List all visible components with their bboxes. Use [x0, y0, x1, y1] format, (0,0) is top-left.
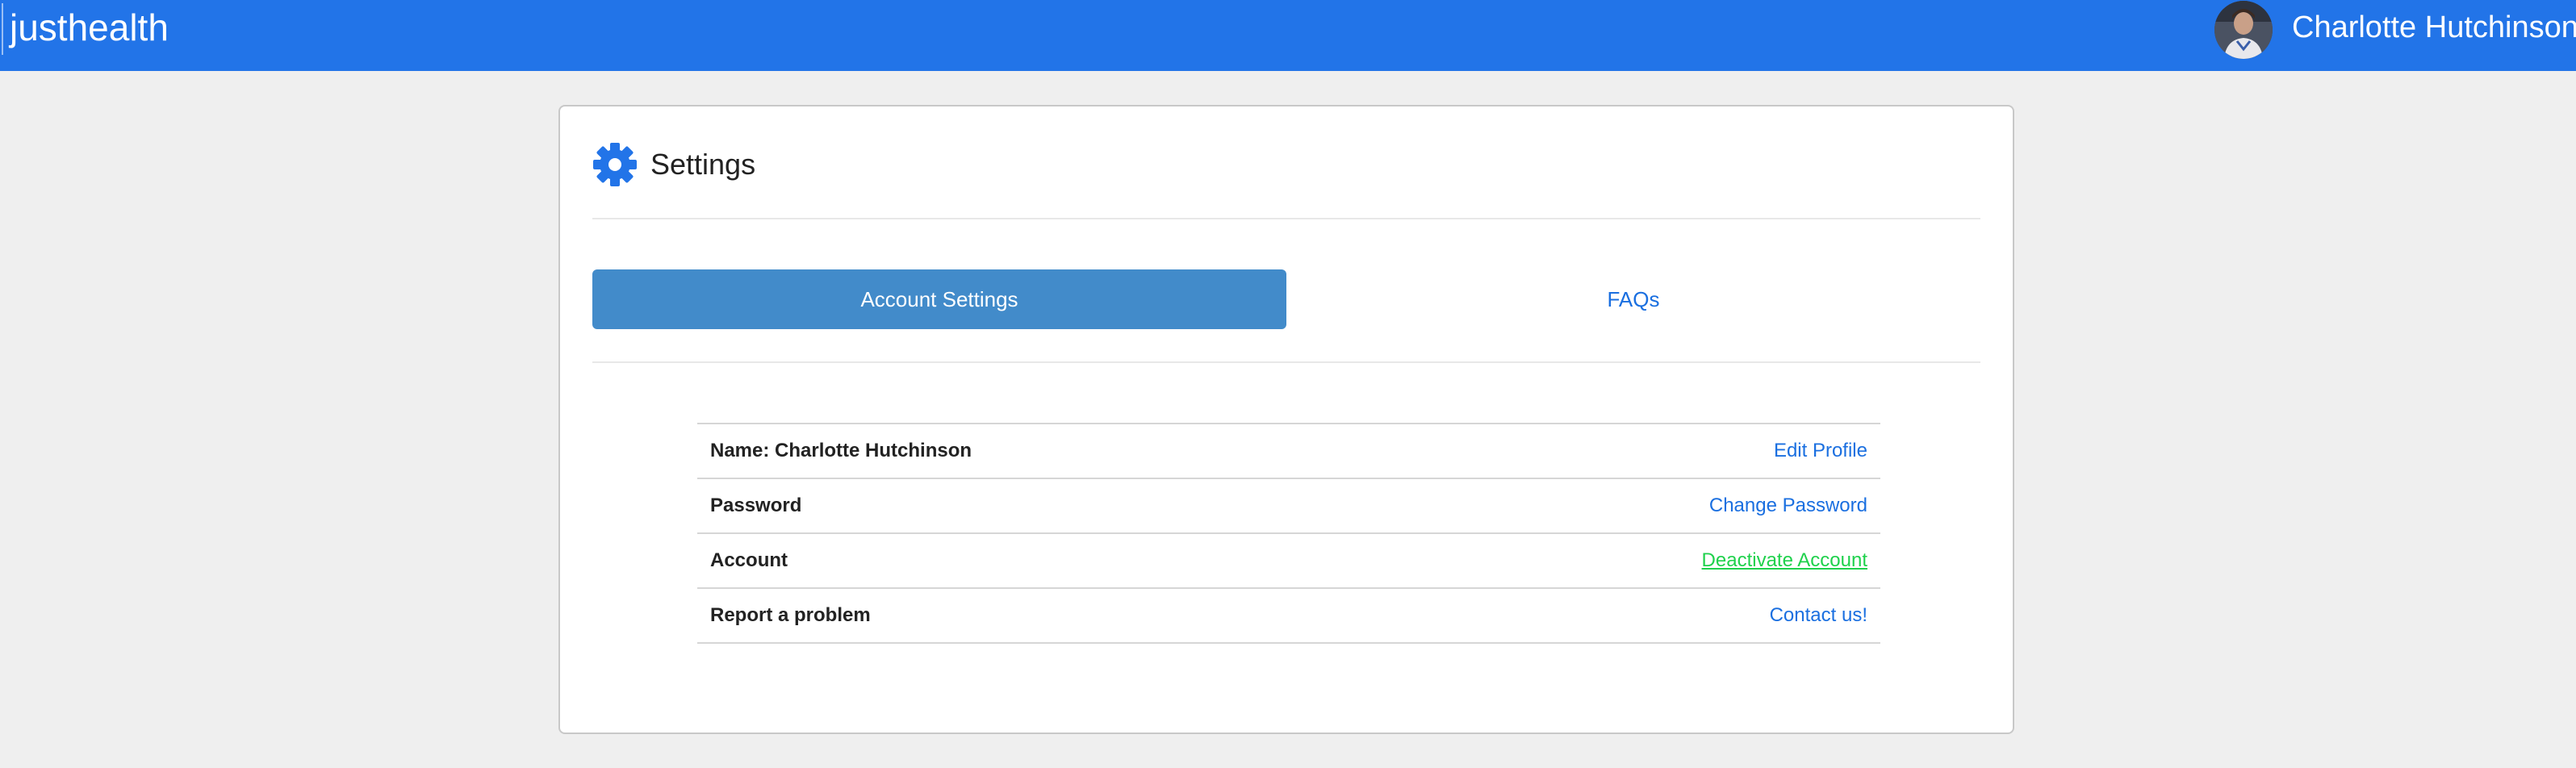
contact-us-link[interactable]: Contact us! — [1770, 604, 1867, 627]
user-name[interactable]: Charlotte Hutchinson — [2292, 6, 2576, 48]
change-password-link[interactable]: Change Password — [1709, 495, 1867, 517]
settings-tabs: Account Settings FAQs — [592, 269, 1980, 329]
settings-header: Settings — [592, 140, 755, 189]
account-settings-table: Name: Charlotte Hutchinson Edit Profile … — [697, 423, 1880, 644]
password-label: Password — [710, 495, 802, 516]
edit-profile-link[interactable]: Edit Profile — [1774, 440, 1867, 462]
app-brand-link[interactable]: justhealth — [10, 3, 169, 52]
tabs-divider — [592, 361, 1980, 363]
name-label: Name: Charlotte Hutchinson — [710, 440, 972, 461]
page-title: Settings — [650, 148, 756, 181]
top-navigation-bar: justhealth Charlotte Hutchinson — [0, 0, 2576, 71]
user-avatar[interactable] — [2214, 1, 2273, 59]
tab-faqs[interactable]: FAQs — [1286, 269, 1980, 329]
tab-account-settings[interactable]: Account Settings — [592, 269, 1286, 329]
settings-panel: Settings Account Settings FAQs Name: Cha… — [558, 105, 2014, 734]
header-divider — [592, 218, 1980, 219]
table-row-name: Name: Charlotte Hutchinson Edit Profile — [697, 424, 1880, 479]
gear-icon — [593, 143, 637, 186]
account-label: Account — [710, 549, 788, 571]
report-problem-label: Report a problem — [710, 604, 871, 626]
table-row-report: Report a problem Contact us! — [697, 589, 1880, 644]
brand-divider — [2, 3, 3, 55]
table-row-password: Password Change Password — [697, 479, 1880, 534]
deactivate-account-link[interactable]: Deactivate Account — [1702, 549, 1867, 572]
table-row-account: Account Deactivate Account — [697, 534, 1880, 589]
